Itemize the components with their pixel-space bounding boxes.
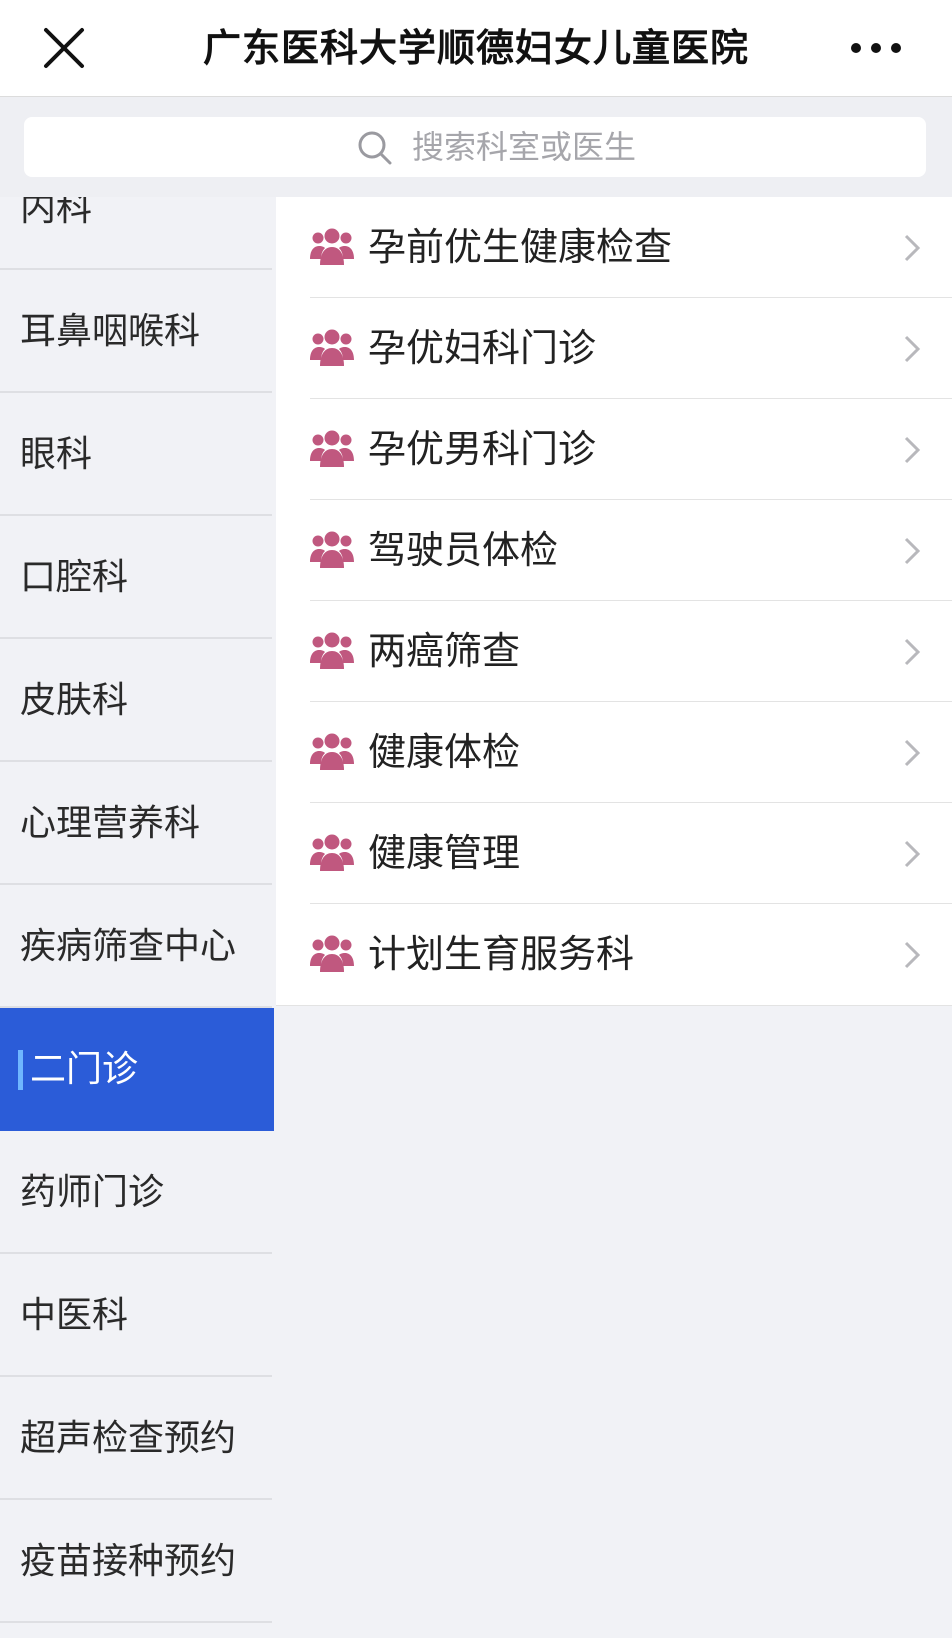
chevron-right-icon (904, 739, 921, 767)
people-group-icon (310, 632, 354, 669)
sidebar-item-label: 中医科 (20, 1295, 129, 1336)
sidebar-item-label: 耳鼻咽喉科 (20, 311, 201, 352)
sidebar-item-dermatology[interactable]: 皮肤科 (0, 639, 272, 762)
chevron-right-icon (904, 840, 921, 868)
sidebar-item-ophthalmology[interactable]: 眼科 (0, 393, 272, 516)
sidebar-item-vaccination-booking[interactable]: 疫苗接种预约 (0, 1500, 272, 1623)
list-item[interactable]: 孕优男科门诊 (276, 399, 952, 500)
sidebar-item-disease-screening[interactable]: 疾病筛查中心 (0, 885, 272, 1008)
chevron-right-icon (904, 537, 921, 565)
sidebar-item-label: 皮肤科 (20, 680, 129, 721)
list-item[interactable]: 健康体检 (276, 702, 952, 803)
sidebar-item-stomatology[interactable]: 口腔科 (0, 516, 272, 639)
sidebar-item-psychology-nutrition[interactable]: 心理营养科 (0, 762, 272, 885)
chevron-right-icon (904, 941, 921, 969)
close-icon (44, 28, 84, 68)
search-bar (0, 97, 952, 197)
sidebar-item-label: 疾病筛查中心 (20, 926, 237, 967)
sidebar-item-label: 内科 (20, 197, 93, 229)
sidebar-item-second-clinic[interactable]: 二门诊 (0, 1008, 274, 1131)
page-title: 广东医科大学顺德妇女儿童医院 (202, 26, 749, 70)
sidebar-item-tcm[interactable]: 中医科 (0, 1254, 272, 1377)
chevron-right-icon (904, 638, 921, 666)
chevron-right-icon (904, 335, 921, 363)
chevron-right-icon (904, 234, 921, 262)
sidebar-item-label: 口腔科 (20, 557, 129, 598)
sidebar-item-label: 二门诊 (30, 1049, 139, 1090)
sidebar-item-label: 超声检查预约 (20, 1418, 237, 1459)
people-group-icon (310, 228, 354, 265)
department-label: 驾驶员体检 (368, 528, 559, 572)
people-group-icon (310, 834, 354, 871)
list-item[interactable]: 健康管理 (276, 803, 952, 904)
people-group-icon (310, 733, 354, 770)
search-box[interactable] (24, 117, 926, 177)
department-list: 孕前优生健康检查 孕优妇科门诊 孕优男科门诊 驾驶员体检 两癌筛查 健康体检 健… (276, 197, 952, 1006)
department-label: 孕优男科门诊 (368, 427, 597, 471)
sidebar-item-label: 眼科 (20, 434, 93, 475)
more-dots-icon (851, 43, 901, 53)
department-label: 健康管理 (368, 831, 521, 875)
sidebar-item-ent[interactable]: 耳鼻咽喉科 (0, 270, 272, 393)
close-button[interactable] (36, 20, 92, 76)
search-icon (358, 131, 392, 165)
list-item[interactable]: 两癌筛查 (276, 601, 952, 702)
search-input[interactable] (412, 117, 892, 177)
people-group-icon (310, 329, 354, 366)
sidebar-item-label: 药师门诊 (20, 1172, 165, 1213)
active-indicator (18, 1050, 23, 1090)
sidebar-item-label: 心理营养科 (20, 803, 201, 844)
sidebar-item-pharmacist-clinic[interactable]: 药师门诊 (0, 1131, 272, 1254)
top-bar: 广东医科大学顺德妇女儿童医院 (0, 0, 952, 97)
list-item[interactable]: 驾驶员体检 (276, 500, 952, 601)
people-group-icon (310, 935, 354, 972)
more-button[interactable] (836, 28, 916, 68)
department-label: 孕优妇科门诊 (368, 326, 597, 370)
people-group-icon (310, 531, 354, 568)
department-label: 两癌筛查 (368, 629, 521, 673)
sidebar-item-label: 疫苗接种预约 (20, 1541, 237, 1582)
sidebar-item-ultrasound-booking[interactable]: 超声检查预约 (0, 1377, 272, 1500)
chevron-right-icon (904, 436, 921, 464)
department-label: 健康体检 (368, 730, 521, 774)
list-item[interactable]: 计划生育服务科 (276, 904, 952, 1005)
list-item[interactable]: 孕优妇科门诊 (276, 298, 952, 399)
list-item[interactable]: 孕前优生健康检查 (276, 197, 952, 298)
sidebar-item-internal-medicine[interactable]: 内科 (0, 197, 272, 270)
department-label: 计划生育服务科 (368, 932, 635, 976)
people-group-icon (310, 430, 354, 467)
department-sidebar: 内科 耳鼻咽喉科 眼科 口腔科 皮肤科 心理营养科 疾病筛查中心 二门诊 药师门… (0, 197, 274, 1638)
department-label: 孕前优生健康检查 (368, 225, 673, 269)
